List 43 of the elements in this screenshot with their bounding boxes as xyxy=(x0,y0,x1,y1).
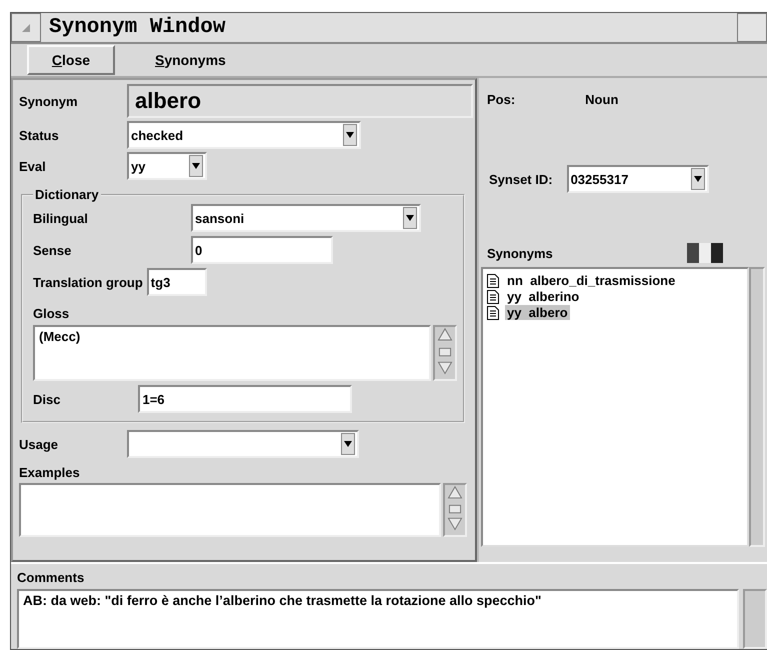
field-label: Sense xyxy=(33,242,72,258)
scrollbar[interactable] xyxy=(443,483,467,537)
group-title: Dictionary xyxy=(34,187,100,202)
bilingual-dropdown[interactable]: sansoni xyxy=(191,204,421,232)
field-label: Bilingual xyxy=(33,210,89,226)
sense-field[interactable]: 0 xyxy=(191,236,333,264)
corner-icon xyxy=(22,24,30,32)
field-label: Translation group xyxy=(33,274,143,290)
pos-value: Noun xyxy=(585,92,618,107)
field-label: Examples xyxy=(19,465,81,480)
field-label: Usage xyxy=(19,436,60,452)
synset-id-dropdown[interactable]: 03255317 xyxy=(566,165,709,193)
field-label: Pos: xyxy=(487,92,516,107)
list-item[interactable]: nn albero_di_trasmissione xyxy=(487,273,682,288)
scrollbar[interactable] xyxy=(749,267,765,547)
list-label: Synonyms xyxy=(487,246,554,260)
status-dropdown[interactable]: checked xyxy=(127,121,361,149)
translation-group-field[interactable]: tg3 xyxy=(146,268,207,296)
field-label: Status xyxy=(19,128,60,142)
field-label: Disc xyxy=(33,392,60,406)
window-title: Synonym Window xyxy=(49,16,226,39)
section-label: Comments xyxy=(17,570,86,585)
window-menu-button[interactable] xyxy=(11,13,41,42)
examples-text-area[interactable] xyxy=(19,483,441,537)
field-label: Gloss xyxy=(33,306,70,321)
scrollbar[interactable] xyxy=(743,589,767,649)
eval-dropdown[interactable]: yy xyxy=(127,152,207,180)
field-label: Synonym xyxy=(19,94,79,108)
field-label: Synset ID: xyxy=(489,172,553,186)
scrollbar[interactable] xyxy=(433,325,457,381)
document-icon xyxy=(487,306,499,320)
gloss-text-area[interactable]: (Mecc) xyxy=(33,325,431,381)
synonym-field[interactable]: albero xyxy=(127,84,473,118)
disc-field[interactable]: 1=6 xyxy=(138,385,352,413)
field-label: Eval xyxy=(19,158,47,174)
stripes-icon xyxy=(687,243,723,263)
document-icon xyxy=(487,274,499,288)
menu-item[interactable]: Synonyms xyxy=(155,52,226,68)
document-icon xyxy=(487,290,499,304)
window-control-button[interactable] xyxy=(737,13,767,42)
comments-text-area[interactable]: AB: da web: "di ferro è anche l’alberino che trasmette la rotazione allo specchio" xyxy=(17,589,740,649)
list-item[interactable]: yy alberino xyxy=(487,289,586,304)
close-button[interactable]: Close xyxy=(27,45,115,75)
